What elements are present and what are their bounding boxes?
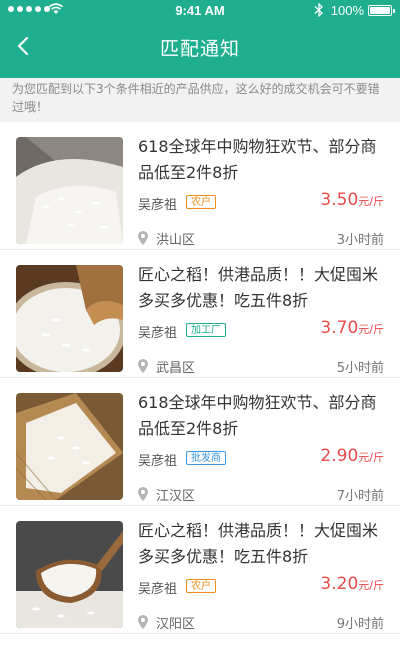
seller-type-badge: 农户: [186, 579, 216, 593]
location-pin-icon: [138, 615, 148, 629]
product-image: [16, 393, 123, 500]
price-value: 3.20: [320, 574, 359, 594]
seller-type-badge: 批发商: [186, 451, 226, 465]
item-price: 3.20元/斤: [320, 574, 384, 594]
item-district: 江汉区: [156, 489, 196, 504]
list-item[interactable]: 匠心之稻！供港品质！！大促囤米多买多优惠！吃五件8折 吴彦祖 加工厂 3.70元…: [0, 250, 400, 378]
seller-type-badge: 加工厂: [186, 323, 226, 337]
item-title: 618全球年中购物狂欢节、部分商品低至2件8折: [138, 393, 377, 438]
match-notice: 为您匹配到以下3个条件相近的产品供应，这么好的成交机会可不要错过哦！: [0, 78, 400, 122]
list-item[interactable]: 匠心之稻！供港品质！！大促囤米多买多优惠！吃五件8折 吴彦祖 农户 3.20元/…: [0, 506, 400, 634]
item-time: 3小时前: [336, 233, 384, 248]
status-bar: 9:41 AM 100%: [0, 0, 400, 22]
seller-name: 吴彦祖: [138, 326, 178, 341]
price-value: 2.90: [320, 446, 359, 466]
item-time: 5小时前: [336, 361, 384, 376]
list-item[interactable]: 618全球年中购物狂欢节、部分商品低至2件8折 吴彦祖 农户 3.50元/斤 洪…: [0, 122, 400, 250]
seller-name: 吴彦祖: [138, 582, 178, 597]
seller-name: 吴彦祖: [138, 454, 178, 469]
item-district: 汉阳区: [156, 617, 196, 632]
page-title: 匹配通知: [159, 38, 240, 60]
item-district: 武昌区: [156, 361, 196, 376]
price-unit: 元/斤: [358, 579, 384, 592]
seller-name: 吴彦祖: [138, 198, 178, 213]
battery-percent: 100%: [330, 3, 364, 18]
price-unit: 元/斤: [358, 451, 384, 464]
nav-bar: 9:41 AM 100% 匹配通知: [0, 0, 400, 78]
list-item[interactable]: 618全球年中购物狂欢节、部分商品低至2件8折 吴彦祖 批发商 2.90元/斤 …: [0, 378, 400, 506]
battery-icon: [368, 5, 395, 16]
bluetooth-icon: [314, 3, 323, 17]
product-image: [16, 265, 123, 372]
item-price: 2.90元/斤: [320, 446, 384, 466]
product-list: 618全球年中购物狂欢节、部分商品低至2件8折 吴彦祖 农户 3.50元/斤 洪…: [0, 122, 400, 634]
location-pin-icon: [138, 359, 148, 373]
item-time: 9小时前: [336, 617, 384, 632]
seller-type-badge: 农户: [186, 195, 216, 209]
item-district: 洪山区: [156, 233, 196, 248]
product-image: [16, 137, 123, 244]
price-unit: 元/斤: [358, 195, 384, 208]
location-pin-icon: [138, 487, 148, 501]
item-title: 匠心之稻！供港品质！！大促囤米多买多优惠！吃五件8折: [138, 521, 379, 566]
item-title: 匠心之稻！供港品质！！大促囤米多买多优惠！吃五件8折: [138, 265, 379, 310]
item-price: 3.70元/斤: [320, 318, 384, 338]
price-value: 3.50: [320, 190, 359, 210]
item-title: 618全球年中购物狂欢节、部分商品低至2件8折: [138, 137, 377, 182]
product-image: [16, 521, 123, 628]
price-unit: 元/斤: [358, 323, 384, 336]
price-value: 3.70: [320, 318, 359, 338]
item-time: 7小时前: [336, 489, 384, 504]
location-pin-icon: [138, 231, 148, 245]
item-price: 3.50元/斤: [320, 190, 384, 210]
